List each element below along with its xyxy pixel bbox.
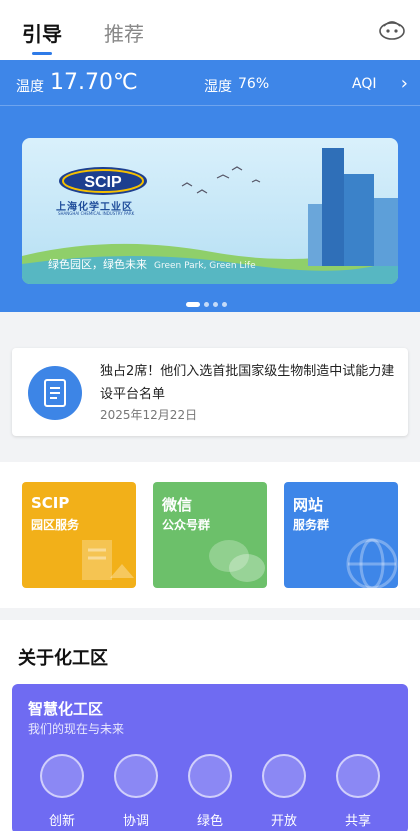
feature-share[interactable]: 共享 [328, 754, 388, 829]
smart-park-card[interactable]: 智慧化工区 我们的现在与未来 创新 协调 绿色 开放 共享 [12, 684, 408, 831]
carousel-dot[interactable] [204, 302, 209, 307]
banner-carousel[interactable]: SCIP 上海化学工业区 SHANGHAI CHEMICAL INDUSTRY … [22, 138, 398, 284]
banner-slogan: 绿色园区，绿色未来 Green Park, Green Life [48, 258, 256, 271]
tile-subtitle: 园区服务 [31, 518, 80, 532]
park-name-en: SHANGHAI CHEMICAL INDUSTRY PARK [58, 211, 135, 216]
card-subtitle: 我们的现在与未来 [28, 722, 125, 736]
aqi-label: AQI [352, 76, 377, 92]
feature-innovation[interactable]: 创新 [32, 754, 92, 829]
triangle-icon [188, 754, 232, 798]
tab-guide[interactable]: 引导 [22, 18, 62, 47]
humidity-label: 湿度 [204, 79, 232, 95]
temperature-label: 温度 [16, 79, 44, 95]
tab-recommend[interactable]: 推荐 [104, 18, 144, 47]
chevron-right-icon[interactable]: › [401, 73, 408, 94]
ring-icon [262, 754, 306, 798]
top-tab-bar: 引导 推荐 [0, 0, 420, 60]
weather-bar[interactable]: 温度 17.70℃ 湿度 76% AQI › [0, 60, 420, 106]
tile-title: 微信 [162, 496, 193, 514]
svg-text:SCIP: SCIP [84, 174, 122, 191]
tile-subtitle: 公众号群 [162, 518, 211, 532]
services-section: SCIP 园区服务 微信 公众号群 网站 服务群 [0, 462, 420, 608]
news-date: 2025年12月22日 [100, 408, 198, 422]
feature-label: 协调 [122, 814, 149, 829]
robot-assistant-icon[interactable] [378, 18, 406, 40]
humidity-value: 76% [238, 76, 270, 92]
wechat-icon [209, 540, 265, 582]
about-section: 关于化工区 智慧化工区 我们的现在与未来 创新 协调 绿色 开放 共享 [0, 620, 420, 831]
feature-coordination[interactable]: 协调 [106, 754, 166, 829]
active-tab-indicator [32, 52, 52, 55]
tile-title: SCIP [31, 494, 70, 512]
park-services-tile[interactable]: SCIP 园区服务 [22, 482, 136, 588]
feature-label: 共享 [344, 814, 371, 829]
carousel-dot[interactable] [213, 302, 218, 307]
tile-title: 网站 [293, 496, 324, 514]
document-icon [82, 540, 134, 580]
tile-subtitle: 服务群 [293, 518, 330, 532]
card-title: 智慧化工区 [28, 700, 104, 718]
orbit-icon [114, 754, 158, 798]
share-icon [336, 754, 380, 798]
feature-label: 创新 [48, 814, 75, 829]
eye-icon [40, 754, 84, 798]
app-screen: 引导 推荐 温度 17.70℃ 湿度 76% AQI › SCIP 上海化学工业… [0, 0, 420, 831]
feature-label: 绿色 [196, 814, 223, 829]
carousel-dots [186, 294, 231, 313]
news-title[interactable]: 独占2席！他们入选首批国家级生物制造中试能力建设平台名单 [100, 360, 396, 406]
carousel-dot[interactable] [222, 302, 227, 307]
scip-logo: SCIP [59, 167, 147, 195]
news-card[interactable]: 独占2席！他们入选首批国家级生物制造中试能力建设平台名单 2025年12月22日 [12, 348, 408, 436]
websites-tile[interactable]: 网站 服务群 [284, 482, 398, 588]
section-title: 关于化工区 [18, 648, 108, 669]
hero-section: 温度 17.70℃ 湿度 76% AQI › SCIP 上海化学工业区 SHAN… [0, 60, 420, 312]
feature-open[interactable]: 开放 [254, 754, 314, 829]
globe-icon [346, 538, 398, 588]
carousel-dot[interactable] [186, 302, 200, 307]
wechat-accounts-tile[interactable]: 微信 公众号群 [153, 482, 267, 588]
book-icon [28, 366, 82, 420]
feature-label: 开放 [270, 814, 297, 829]
temperature-value: 17.70℃ [50, 70, 138, 95]
feature-green[interactable]: 绿色 [180, 754, 240, 829]
